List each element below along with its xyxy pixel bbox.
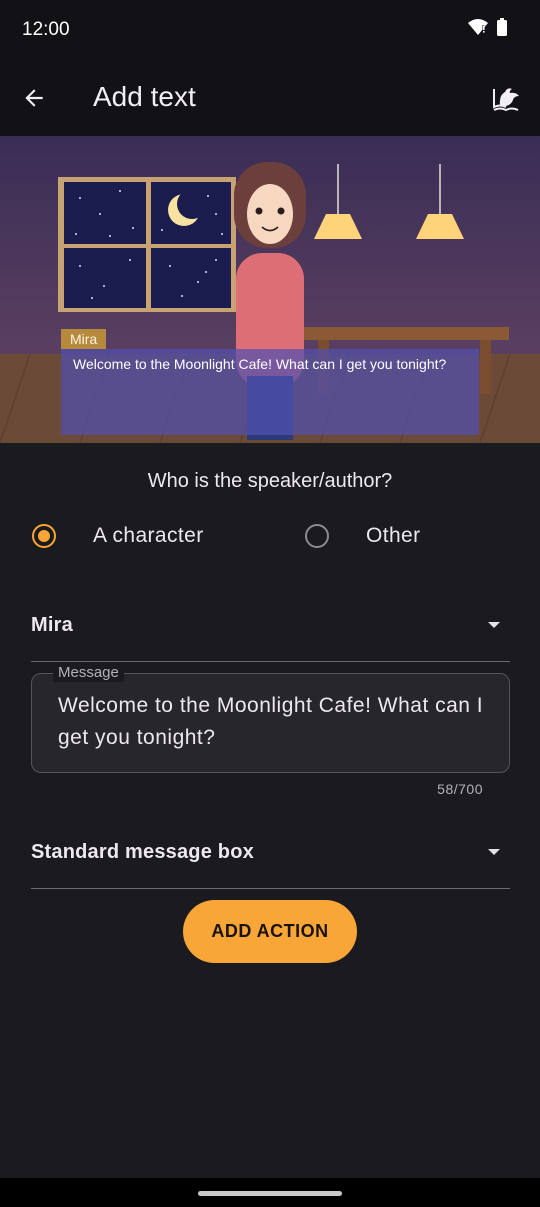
message-box-style-select[interactable]: Standard message box bbox=[31, 819, 510, 889]
wifi-icon bbox=[468, 19, 488, 35]
status-time: 12:00 bbox=[22, 19, 70, 40]
home-gesture-handle[interactable] bbox=[198, 1191, 342, 1196]
app-bar: Add text bbox=[0, 60, 540, 136]
radio-button-unselected[interactable] bbox=[305, 524, 329, 548]
dropdown-arrow-icon bbox=[488, 622, 500, 628]
add-action-button[interactable]: ADD ACTION bbox=[183, 900, 357, 963]
radio-option-character[interactable]: A character bbox=[32, 518, 204, 554]
dialog-text: Welcome to the Moonlight Cafe! What can … bbox=[73, 356, 447, 372]
page-title: Add text bbox=[93, 81, 196, 112]
character-select[interactable]: Mira bbox=[31, 592, 510, 662]
theater-book-icon bbox=[493, 88, 519, 112]
back-button[interactable] bbox=[14, 78, 54, 118]
status-bar: 12:00 bbox=[0, 0, 540, 60]
speaker-question: Who is the speaker/author? bbox=[147, 470, 393, 492]
message-field[interactable]: Message Welcome to the Moonlight Cafe! W… bbox=[31, 664, 510, 773]
box-style-select-value: Standard message box bbox=[31, 841, 254, 863]
dialog-speaker-name: Mira bbox=[61, 329, 107, 349]
radio-button-selected[interactable] bbox=[32, 524, 56, 548]
radio-label-character: A character bbox=[93, 524, 204, 547]
radio-dot bbox=[38, 530, 50, 542]
stage-preview-button[interactable] bbox=[486, 78, 526, 118]
character-counter: 58/700 bbox=[437, 781, 483, 797]
radio-label-other: Other bbox=[366, 524, 421, 547]
dropdown-arrow-icon bbox=[488, 849, 500, 855]
message-field-label: Message bbox=[53, 664, 124, 682]
message-input-text[interactable]: Welcome to the Moonlight Cafe! What can … bbox=[58, 690, 498, 754]
character-select-value: Mira bbox=[31, 614, 73, 636]
navigation-bar bbox=[0, 1178, 540, 1207]
arrow-back-icon bbox=[25, 89, 43, 107]
radio-option-other[interactable]: Other bbox=[305, 518, 421, 554]
dialog-box-preview: Welcome to the Moonlight Cafe! What can … bbox=[61, 349, 479, 435]
status-icons bbox=[468, 18, 508, 36]
battery-icon bbox=[497, 18, 507, 36]
